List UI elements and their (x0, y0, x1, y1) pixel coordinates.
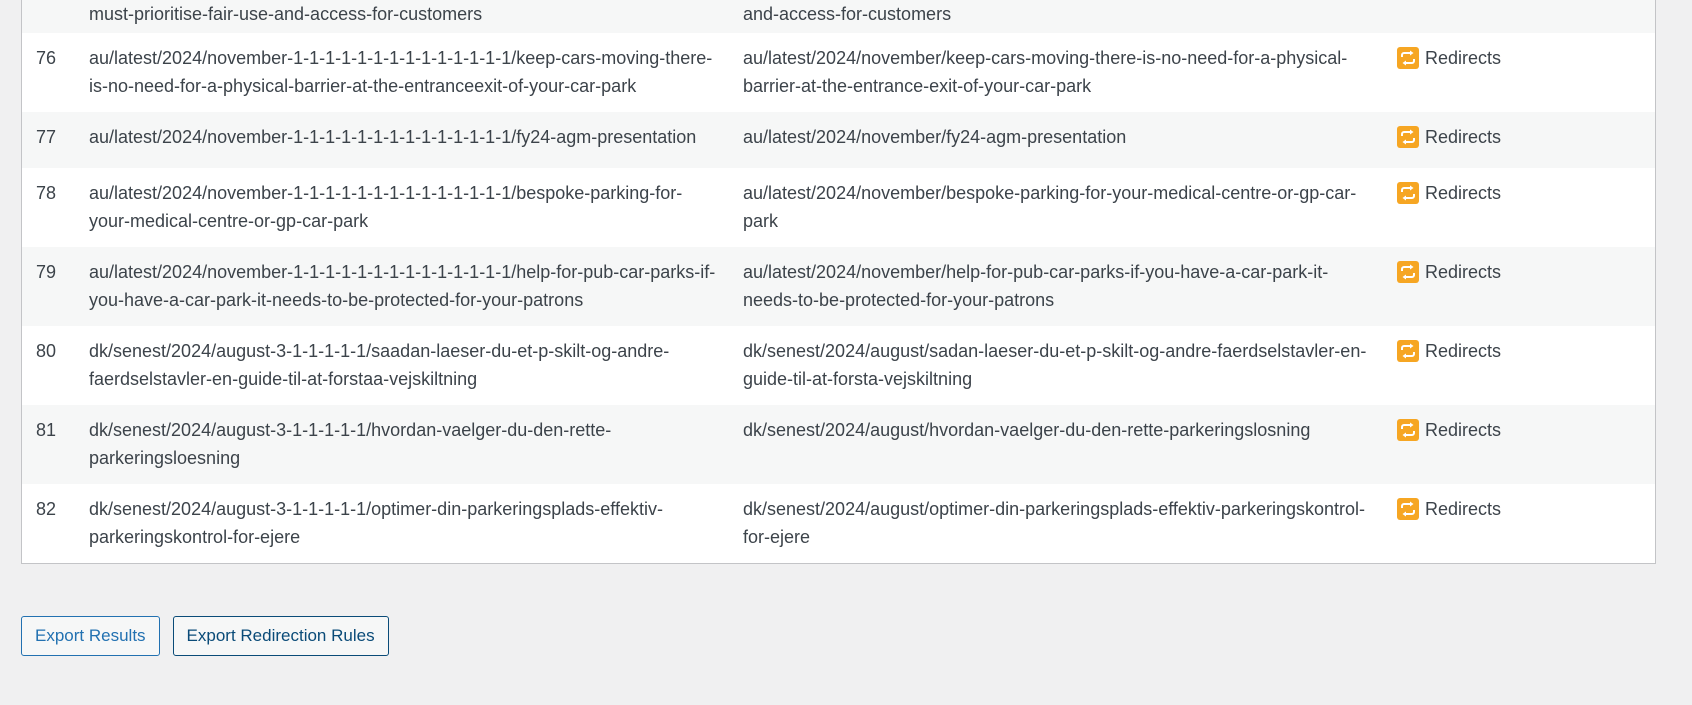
target-url: and-access-for-customers (743, 0, 1397, 33)
status-cell: Redirects (1397, 484, 1655, 563)
redirect-icon (1397, 419, 1419, 441)
status-badge: Redirects (1397, 179, 1501, 207)
row-number: 77 (22, 112, 89, 168)
row-number (22, 0, 89, 33)
row-number: 76 (36, 48, 57, 68)
status-label: Redirects (1425, 127, 1502, 147)
target-url: au/latest/2024/november/fy24-agm-present… (743, 112, 1397, 168)
redirect-icon (1397, 498, 1419, 520)
status-label: Redirects (1425, 262, 1502, 282)
table-row: 78 au/latest/2024/november-1-1-1-1-1-1-1… (22, 168, 1655, 247)
source-url: au/latest/2024/november-1-1-1-1-1-1-1-1-… (89, 183, 683, 231)
redirect-icon (1397, 261, 1419, 283)
status-cell: Redirects (1397, 326, 1655, 405)
source-url: dk/senest/2024/august-3-1-1-1-1-1/saadan… (89, 341, 670, 389)
source-url: dk/senest/2024/august-3-1-1-1-1-1/optime… (89, 499, 663, 547)
table-row: 79 au/latest/2024/november-1-1-1-1-1-1-1… (22, 247, 1655, 326)
source-url: au/latest/2024/november-1-1-1-1-1-1-1-1-… (89, 48, 713, 96)
status-cell: Redirects (1397, 405, 1655, 484)
status-cell: Redirects (1397, 247, 1655, 326)
page-scrollbar[interactable] (1682, 0, 1692, 705)
table-row: 77 au/latest/2024/november-1-1-1-1-1-1-1… (22, 112, 1655, 168)
redirect-icon (1397, 126, 1419, 148)
status-badge: Redirects (1397, 258, 1501, 286)
redirect-icon (1397, 47, 1419, 69)
row-number: 81 (22, 405, 89, 484)
status-label: Redirects (1425, 341, 1502, 361)
status-label: Redirects (1425, 48, 1502, 68)
table-row: 82 dk/senest/2024/august-3-1-1-1-1-1/opt… (22, 484, 1655, 563)
page: must-prioritise-fair-use-and-access-for-… (0, 0, 1692, 705)
table-row: must-prioritise-fair-use-and-access-for-… (22, 0, 1655, 33)
status-badge: Redirects (1397, 416, 1501, 444)
row-number: 82 (36, 499, 57, 519)
source-url: au/latest/2024/november-1-1-1-1-1-1-1-1-… (89, 112, 743, 168)
status-cell (1397, 0, 1655, 33)
row-number: 78 (36, 183, 57, 203)
source-url: dk/senest/2024/august-3-1-1-1-1-1/hvorda… (89, 405, 743, 484)
redirect-results-table: must-prioritise-fair-use-and-access-for-… (21, 0, 1656, 564)
target-url: dk/senest/2024/august/sadan-laeser-du-et… (743, 341, 1367, 389)
table-row: 80 dk/senest/2024/august-3-1-1-1-1-1/saa… (22, 326, 1655, 405)
row-number: 79 (22, 247, 89, 326)
results-table: must-prioritise-fair-use-and-access-for-… (22, 0, 1655, 563)
status-badge: Redirects (1397, 44, 1501, 72)
redirect-icon (1397, 182, 1419, 204)
export-redirection-rules-button[interactable]: Export Redirection Rules (172, 616, 389, 656)
source-url: must-prioritise-fair-use-and-access-for-… (89, 0, 743, 33)
status-cell: Redirects (1397, 112, 1655, 168)
status-label: Redirects (1425, 420, 1502, 440)
table-row: 76 au/latest/2024/november-1-1-1-1-1-1-1… (22, 33, 1655, 112)
target-url: au/latest/2024/november/help-for-pub-car… (743, 247, 1397, 326)
status-cell: Redirects (1397, 168, 1655, 247)
status-badge: Redirects (1397, 337, 1501, 365)
export-actions: Export Results Export Redirection Rules (21, 616, 389, 656)
status-label: Redirects (1425, 183, 1502, 203)
target-url: au/latest/2024/november/bespoke-parking-… (743, 183, 1357, 231)
status-cell: Redirects (1397, 33, 1655, 112)
target-url: dk/senest/2024/august/optimer-din-parker… (743, 499, 1365, 547)
source-url: au/latest/2024/november-1-1-1-1-1-1-1-1-… (89, 247, 743, 326)
status-label: Redirects (1425, 499, 1502, 519)
table-row: 81 dk/senest/2024/august-3-1-1-1-1-1/hvo… (22, 405, 1655, 484)
row-number: 80 (36, 341, 57, 361)
target-url: dk/senest/2024/august/hvordan-vaelger-du… (743, 405, 1397, 484)
redirect-icon (1397, 340, 1419, 362)
status-badge: Redirects (1397, 123, 1501, 151)
status-badge: Redirects (1397, 495, 1501, 523)
target-url: au/latest/2024/november/keep-cars-moving… (743, 48, 1348, 96)
export-results-button[interactable]: Export Results (21, 616, 160, 656)
